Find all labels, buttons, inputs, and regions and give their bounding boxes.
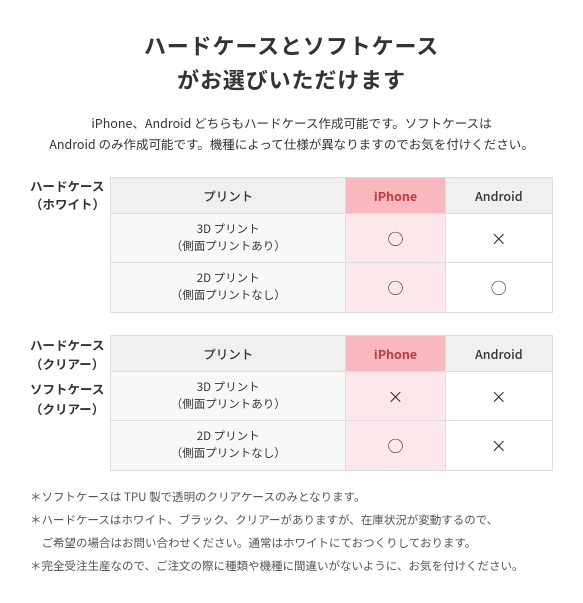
table-row: 2D プリント（側面プリントなし） ○ ○ xyxy=(111,263,553,313)
note-3: ご希望の場合はお問い合わせください。通常はホワイトにておつくりしております。 xyxy=(30,533,553,553)
subtitle: iPhone、Android どちらもハードケース作成可能です。ソフトケースは … xyxy=(30,112,553,155)
table2-label-line4: （クリアー） xyxy=(30,399,110,418)
notes-section: ＊ソフトケースは TPU 製で透明のクリアケースのみとなります。 ＊ハードケース… xyxy=(30,487,553,577)
table-row: 3D プリント（側面プリントあり） × × xyxy=(111,371,553,421)
table2-right: プリント iPhone Android 3D プリント（側面プリントあり） × … xyxy=(110,335,553,471)
title-line2: がお選びいただけます xyxy=(30,62,553,96)
table1-row1-android: × xyxy=(445,213,552,263)
table1-header-iphone: iPhone xyxy=(346,177,445,213)
table2-row1-iphone: × xyxy=(346,371,445,421)
table1-row2-print: 2D プリント（側面プリントなし） xyxy=(111,263,346,313)
table2-row1-print: 3D プリント（側面プリントあり） xyxy=(111,371,346,421)
table1-section: ハードケース （ホワイト） プリント iPhone Android 3D プリン… xyxy=(30,177,553,313)
section-spacer xyxy=(30,319,553,335)
table1: プリント iPhone Android 3D プリント（側面プリントあり） ○ … xyxy=(110,177,553,313)
table2-row2-print: 2D プリント（側面プリントなし） xyxy=(111,421,346,471)
main-title: ハードケースとソフトケース がお選びいただけます xyxy=(30,28,553,96)
table-row: 2D プリント（側面プリントなし） ○ × xyxy=(111,421,553,471)
table1-right: プリント iPhone Android 3D プリント（側面プリントあり） ○ … xyxy=(110,177,553,313)
table1-row2-iphone: ○ xyxy=(346,263,445,313)
table1-label-line2: （ホワイト） xyxy=(30,195,105,214)
table1-row2-android: ○ xyxy=(445,263,552,313)
table1-row1-iphone: ○ xyxy=(346,213,445,263)
table2-row2-iphone: ○ xyxy=(346,421,445,471)
table1-header-android: Android xyxy=(445,177,552,213)
table2-header-print: プリント xyxy=(111,335,346,371)
table2-label-line2: （クリアー） xyxy=(30,354,110,373)
table2-row2-android: × xyxy=(445,421,552,471)
table1-header-row: プリント iPhone Android xyxy=(111,177,553,213)
table2-section: ハードケース （クリアー） ソフトケース （クリアー） プリント iPhone … xyxy=(30,335,553,471)
note-4: ＊完全受注生産なので、ご注文の際に種類や機種に間違いがないように、お気を付けくだ… xyxy=(30,556,553,576)
table2-header-row: プリント iPhone Android xyxy=(111,335,553,371)
note-2: ＊ハードケースはホワイト、ブラック、クリアーがありますが、在庫状況が変動するので… xyxy=(30,510,553,530)
table2-header-iphone: iPhone xyxy=(346,335,445,371)
table1-left-label: ハードケース （ホワイト） xyxy=(30,177,110,215)
table1-row1-print: 3D プリント（側面プリントあり） xyxy=(111,213,346,263)
table2-label-line3: ソフトケース xyxy=(30,379,110,398)
table2: プリント iPhone Android 3D プリント（側面プリントあり） × … xyxy=(110,335,553,471)
table-row: 3D プリント（側面プリントあり） ○ × xyxy=(111,213,553,263)
title-line1: ハードケースとソフトケース xyxy=(30,28,553,62)
table1-header-print: プリント xyxy=(111,177,346,213)
table2-left-label: ハードケース （クリアー） ソフトケース （クリアー） xyxy=(30,335,110,419)
note-1: ＊ソフトケースは TPU 製で透明のクリアケースのみとなります。 xyxy=(30,487,553,507)
table2-row1-android: × xyxy=(445,371,552,421)
table2-label-line1: ハードケース xyxy=(30,335,110,354)
table2-header-android: Android xyxy=(445,335,552,371)
page: ハードケースとソフトケース がお選びいただけます iPhone、Android … xyxy=(0,0,583,603)
table1-label-line1: ハードケース xyxy=(30,177,105,196)
